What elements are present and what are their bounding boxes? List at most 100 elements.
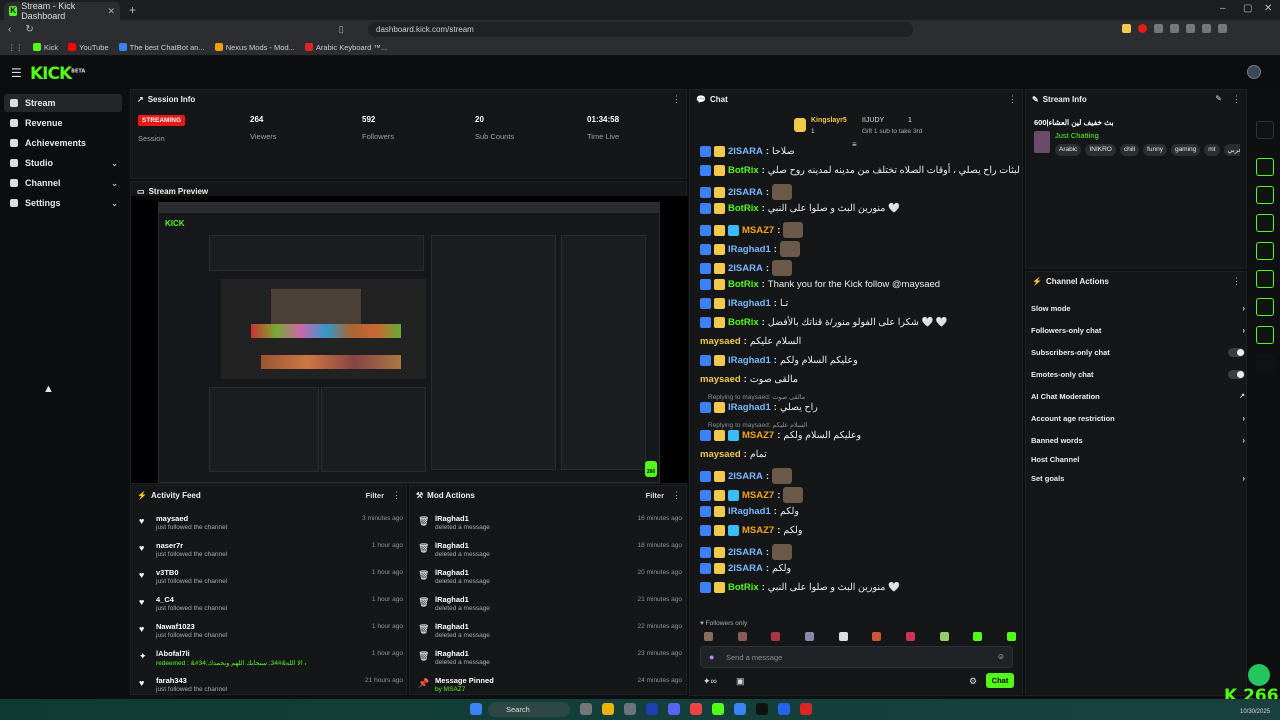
chat-message[interactable]: BotRix: Thank you for the Kick follow @ma… — [700, 279, 940, 290]
app-icon[interactable] — [624, 703, 636, 715]
nav-achievements[interactable]: Achievements — [4, 134, 122, 152]
menu-icon[interactable] — [1218, 24, 1227, 33]
chat-message[interactable]: lRaghad1: راح يصلي — [700, 402, 818, 413]
chat-message[interactable]: maysaed: مالقى صوت — [700, 374, 798, 385]
more-options-icon[interactable]: ⋮ — [672, 490, 681, 501]
chat-message[interactable]: maysaed: السلام عليكم — [700, 336, 801, 347]
mod-user[interactable]: lRaghad1 — [435, 622, 469, 631]
more-options-icon[interactable]: ⋮ — [672, 94, 681, 105]
emote-icon[interactable] — [939, 632, 949, 641]
bookmark-kick[interactable]: Kick — [33, 43, 58, 52]
url-input[interactable]: dashboard.kick.com/stream — [368, 22, 913, 37]
activity-user[interactable]: Nawaf1023 — [156, 622, 195, 631]
activity-user[interactable]: lAbofal7li — [156, 649, 190, 658]
chat-username[interactable]: 2ISARA — [728, 547, 763, 558]
chat-username[interactable]: maysaed — [700, 336, 741, 347]
chat-username[interactable]: BotRix — [728, 317, 759, 328]
maximize-icon[interactable]: ▢ — [1243, 3, 1252, 14]
edit-stream-icon[interactable] — [1256, 121, 1274, 139]
kick-logo[interactable]: KICKBETA — [30, 64, 85, 84]
emote-icon[interactable] — [973, 632, 983, 641]
chat-message[interactable]: MSAZ7: وعليكم السلام ولكم — [700, 430, 861, 441]
emote-icon[interactable] — [905, 632, 915, 641]
bookmark-arabic-keyboard[interactable]: Arabic Keyboard ™... — [304, 43, 387, 52]
nav-revenue[interactable]: Revenue — [4, 114, 122, 132]
app-icon[interactable] — [778, 703, 790, 715]
stream-category[interactable]: Just Chatting — [1055, 131, 1099, 140]
rail-widget-icon[interactable] — [1256, 158, 1274, 176]
more-options-icon[interactable]: ⋮ — [1232, 276, 1241, 287]
chat-message[interactable]: lRaghad1: ولكم — [700, 506, 799, 517]
extension-icon[interactable] — [1154, 24, 1163, 33]
brave-icon[interactable] — [800, 703, 812, 715]
windows-start-icon[interactable] — [470, 703, 482, 715]
chat-message[interactable]: 2ISARA: صلاحا — [700, 146, 795, 157]
chat-username[interactable]: maysaed — [700, 374, 741, 385]
chat-username[interactable]: 2ISARA — [728, 187, 763, 198]
new-tab-icon[interactable]: + — [129, 3, 136, 17]
chat-message[interactable]: maysaed: تمام — [700, 449, 767, 460]
activity-user[interactable]: farah343 — [156, 676, 187, 685]
ai-moderation-row[interactable]: AI Chat Moderation ↗ — [1031, 389, 1245, 403]
chat-message[interactable]: MSAZ7: ولكم — [700, 525, 802, 536]
chat-input[interactable]: ● Send a message ☺ — [700, 646, 1013, 668]
back-icon[interactable]: ‹ — [8, 24, 11, 35]
edit-icon[interactable]: ✎ — [1215, 94, 1222, 103]
extension-icon[interactable] — [1138, 24, 1147, 33]
chat-username[interactable]: BotRix — [728, 203, 759, 214]
chat-username[interactable]: lRaghad1 — [728, 506, 771, 517]
chat-message[interactable]: MSAZ7: — [700, 222, 804, 238]
emotes-only-toggle[interactable] — [1228, 369, 1245, 379]
followers-only-row[interactable]: Followers-only chat › — [1031, 323, 1245, 337]
banned-words-row[interactable]: Banned words › — [1031, 433, 1245, 447]
host-channel-row[interactable]: Host Channel — [1031, 452, 1245, 466]
bookmark-nexus[interactable]: Nexus Mods - Mod... — [214, 43, 295, 52]
chat-username[interactable]: MSAZ7 — [742, 525, 774, 536]
discord-icon[interactable] — [668, 703, 680, 715]
emote-icon[interactable] — [838, 632, 848, 641]
activity-user[interactable]: 4_C4 — [156, 595, 174, 604]
extension-icon[interactable] — [1170, 24, 1179, 33]
chat-message[interactable]: lRaghad1: وعليكم السلام ولكم — [700, 355, 858, 366]
chat-username[interactable]: 2ISARA — [728, 263, 763, 274]
chat-message[interactable]: 2ISARA: — [700, 544, 793, 560]
pin-settings-icon[interactable]: ✦∞ — [703, 676, 717, 687]
close-window-icon[interactable]: ✕ — [1264, 3, 1272, 14]
obs-icon[interactable] — [756, 703, 768, 715]
reload-icon[interactable]: ↻ — [25, 24, 33, 35]
nav-stream[interactable]: Stream — [4, 94, 122, 112]
chat-username[interactable]: MSAZ7 — [742, 430, 774, 441]
document-rail-icon[interactable] — [1256, 214, 1274, 232]
app-icon[interactable] — [734, 703, 746, 715]
set-goals-row[interactable]: Set goals › — [1031, 471, 1245, 485]
steam-icon[interactable] — [646, 703, 658, 715]
emote-icon[interactable] — [804, 632, 814, 641]
account-age-row[interactable]: Account age restriction › — [1031, 411, 1245, 425]
chat-username[interactable]: maysaed — [700, 449, 741, 460]
apps-icon[interactable]: ⋮⋮ — [8, 43, 23, 52]
send-chat-button[interactable]: Chat — [986, 673, 1014, 688]
mod-user[interactable]: lRaghad1 — [435, 595, 469, 604]
bookmark-chatbot[interactable]: The best ChatBot an... — [118, 43, 205, 52]
chat-username[interactable]: lRaghad1 — [728, 402, 771, 413]
more-options-icon[interactable]: ⋮ — [1008, 94, 1017, 105]
nav-studio[interactable]: Studio ⌄ — [4, 154, 122, 172]
link-rail-icon[interactable] — [1256, 270, 1274, 288]
chrome-icon[interactable] — [690, 703, 702, 715]
browser-tab[interactable]: K Stream - Kick Dashboard ✕ — [4, 1, 120, 21]
chat-username[interactable]: BotRix — [728, 165, 759, 176]
chat-username[interactable]: 2ISARA — [728, 146, 763, 157]
top-gifter[interactable]: Kingslayr5 — [811, 117, 847, 124]
filter-button[interactable]: Filter — [366, 491, 384, 500]
add-widget-icon[interactable] — [1256, 354, 1274, 372]
nav-settings[interactable]: Settings ⌄ — [4, 194, 122, 212]
subscribers-only-toggle[interactable] — [1228, 347, 1245, 357]
gift-icon[interactable]: ▣ — [736, 676, 745, 687]
nav-channel[interactable]: Channel ⌄ — [4, 174, 122, 192]
mod-user[interactable]: lRaghad1 — [435, 541, 469, 550]
emote-icon[interactable] — [704, 632, 713, 641]
emote-icon[interactable] — [771, 632, 781, 641]
chat-rail-icon[interactable] — [1256, 242, 1274, 260]
chat-username[interactable]: lRaghad1 — [728, 298, 771, 309]
kick-app-icon[interactable] — [712, 703, 724, 715]
